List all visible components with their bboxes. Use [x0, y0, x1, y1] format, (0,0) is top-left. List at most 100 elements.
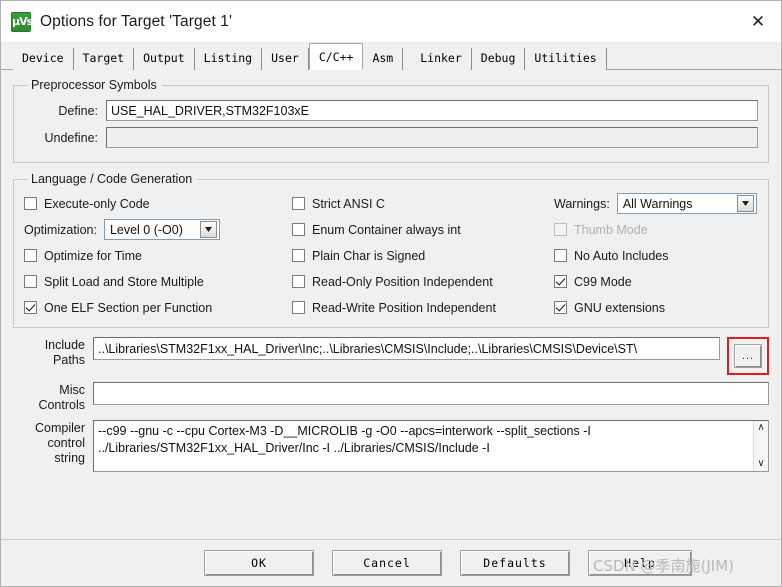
compiler-label-line1: Compiler	[34, 421, 85, 435]
undefine-input[interactable]	[106, 127, 758, 148]
tab-target[interactable]: Target	[73, 48, 135, 70]
include-paths-browse-button[interactable]: ...	[734, 344, 762, 368]
undefine-label: Undefine:	[44, 130, 98, 145]
tab-c-cpp[interactable]: C/C++	[308, 43, 364, 70]
checkbox-label: Plain Char is Signed	[312, 248, 426, 263]
keil-uvision-icon: μVs	[11, 11, 33, 32]
checkbox-c99-mode[interactable]: C99 Mode	[554, 270, 758, 293]
checkbox-box-icon[interactable]	[292, 223, 305, 236]
preprocessor-symbols-group: Preprocessor Symbols Define: USE_HAL_DRI…	[13, 78, 769, 163]
checkbox-read-only-position-independent[interactable]: Read-Only Position Independent	[292, 270, 554, 293]
checkbox-label: Strict ANSI C	[312, 196, 385, 211]
misc-controls-input[interactable]	[93, 382, 769, 405]
tab-device[interactable]: Device	[13, 48, 74, 70]
checkbox-label: Execute-only Code	[44, 196, 150, 211]
optimization-row: Optimization: Level 0 (-O0)	[24, 218, 292, 241]
checkbox-box-icon[interactable]	[554, 301, 567, 314]
misc-controls-row: Misc Controls	[13, 382, 769, 413]
optimization-select[interactable]: Level 0 (-O0)	[103, 219, 220, 240]
compiler-control-string-label: Compiler control string	[13, 420, 85, 466]
checkbox-strict-ansi-c[interactable]: Strict ANSI C	[292, 192, 554, 215]
app-icon-glyph: μVs	[12, 14, 33, 28]
checkbox-label: Read-Write Position Independent	[312, 300, 496, 315]
tab-strip: Device Target Output Listing User C/C++ …	[1, 43, 781, 70]
paths-block: Include Paths ..\Libraries\STM32F1xx_HAL…	[13, 337, 769, 413]
title-bar: μVs Options for Target 'Target 1' ✕	[1, 1, 781, 43]
define-input[interactable]: USE_HAL_DRIVER,STM32F103xE	[106, 100, 758, 121]
tab-output[interactable]: Output	[134, 48, 195, 70]
checkbox-box-icon[interactable]	[24, 249, 37, 262]
language-legend: Language / Code Generation	[31, 172, 193, 186]
close-icon[interactable]: ✕	[735, 1, 781, 43]
tab-user[interactable]: User	[262, 48, 309, 70]
checkbox-box-icon[interactable]	[292, 301, 305, 314]
misc-controls-label-line2: Controls	[38, 398, 85, 412]
chevron-down-icon[interactable]	[199, 221, 217, 238]
tab-debug[interactable]: Debug	[471, 48, 526, 70]
checkbox-box-icon	[554, 223, 567, 236]
checkbox-label: GNU extensions	[574, 300, 666, 315]
warnings-label: Warnings:	[554, 196, 610, 211]
checkbox-box-icon[interactable]	[554, 249, 567, 262]
language-grid: Execute-only Code Strict ANSI C Warnings…	[24, 190, 758, 319]
chevron-down-icon[interactable]	[736, 195, 754, 212]
options-dialog: μVs Options for Target 'Target 1' ✕ Devi…	[0, 0, 782, 587]
checkbox-box-icon[interactable]	[292, 197, 305, 210]
checkbox-box-icon[interactable]	[554, 275, 567, 288]
warnings-select[interactable]: All Warnings	[616, 193, 757, 214]
optimization-value: Level 0 (-O0)	[109, 222, 183, 237]
checkbox-label: Split Load and Store Multiple	[44, 274, 204, 289]
optimization-label: Optimization:	[24, 222, 97, 237]
include-paths-label: Include Paths	[13, 337, 85, 368]
checkbox-label: Read-Only Position Independent	[312, 274, 493, 289]
compiler-control-string-scrollbar[interactable]: ∧ ∨	[753, 421, 768, 471]
compiler-control-string-box[interactable]: --c99 --gnu -c --cpu Cortex-M3 -D__MICRO…	[93, 420, 769, 472]
include-paths-label-line1: Include	[44, 338, 85, 352]
window-title: Options for Target 'Target 1'	[40, 12, 233, 30]
scroll-up-icon[interactable]: ∧	[757, 423, 764, 433]
tab-linker[interactable]: Linker	[411, 48, 472, 70]
tab-listing[interactable]: Listing	[194, 48, 263, 70]
cancel-button[interactable]: Cancel	[332, 550, 442, 576]
checkbox-label: Enum Container always int	[312, 222, 461, 237]
misc-controls-label-line1: Misc	[59, 383, 85, 397]
dialog-body: Preprocessor Symbols Define: USE_HAL_DRI…	[1, 70, 781, 539]
help-button[interactable]: Help	[588, 550, 692, 576]
warnings-row: Warnings: All Warnings	[554, 192, 758, 215]
checkbox-box-icon[interactable]	[24, 275, 37, 288]
checkbox-execute-only-code[interactable]: Execute-only Code	[24, 192, 292, 215]
checkbox-label: No Auto Includes	[574, 248, 669, 263]
compiler-control-string-row: Compiler control string --c99 --gnu -c -…	[13, 420, 769, 472]
checkbox-enum-container-always-int[interactable]: Enum Container always int	[292, 218, 554, 241]
compiler-label-line3: string	[54, 451, 85, 465]
tab-asm[interactable]: Asm	[363, 48, 404, 70]
checkbox-one-elf-section-per-function[interactable]: One ELF Section per Function	[24, 296, 292, 319]
checkbox-no-auto-includes[interactable]: No Auto Includes	[554, 244, 758, 267]
checkbox-box-icon[interactable]	[292, 249, 305, 262]
checkbox-read-write-position-independent[interactable]: Read-Write Position Independent	[292, 296, 554, 319]
checkbox-box-icon[interactable]	[24, 197, 37, 210]
checkbox-gnu-extensions[interactable]: GNU extensions	[554, 296, 758, 319]
checkbox-optimize-for-time[interactable]: Optimize for Time	[24, 244, 292, 267]
checkbox-label: C99 Mode	[574, 274, 632, 289]
undefine-row: Undefine:	[24, 127, 758, 148]
checkbox-box-icon[interactable]	[24, 301, 37, 314]
include-paths-input[interactable]: ..\Libraries\STM32F1xx_HAL_Driver\Inc;..…	[93, 337, 720, 360]
tab-gap	[403, 48, 412, 70]
checkbox-thumb-mode: Thumb Mode	[554, 218, 758, 241]
tab-utilities[interactable]: Utilities	[525, 48, 607, 70]
checkbox-plain-char-is-signed[interactable]: Plain Char is Signed	[292, 244, 554, 267]
checkbox-label: Thumb Mode	[574, 222, 648, 237]
defaults-button[interactable]: Defaults	[460, 550, 570, 576]
checkbox-split-load-and-store-multiple[interactable]: Split Load and Store Multiple	[24, 270, 292, 293]
include-paths-label-line2: Paths	[53, 353, 85, 367]
checkbox-box-icon[interactable]	[292, 275, 305, 288]
checkbox-label: One ELF Section per Function	[44, 300, 213, 315]
include-paths-browse-highlight: ...	[727, 337, 769, 375]
misc-controls-label: Misc Controls	[13, 382, 85, 413]
ok-button[interactable]: OK	[204, 550, 314, 576]
dialog-footer: OK Cancel Defaults Help	[1, 539, 781, 586]
compiler-control-string-text: --c99 --gnu -c --cpu Cortex-M3 -D__MICRO…	[94, 421, 753, 471]
scroll-down-icon[interactable]: ∨	[757, 459, 764, 469]
define-label: Define:	[58, 103, 98, 118]
